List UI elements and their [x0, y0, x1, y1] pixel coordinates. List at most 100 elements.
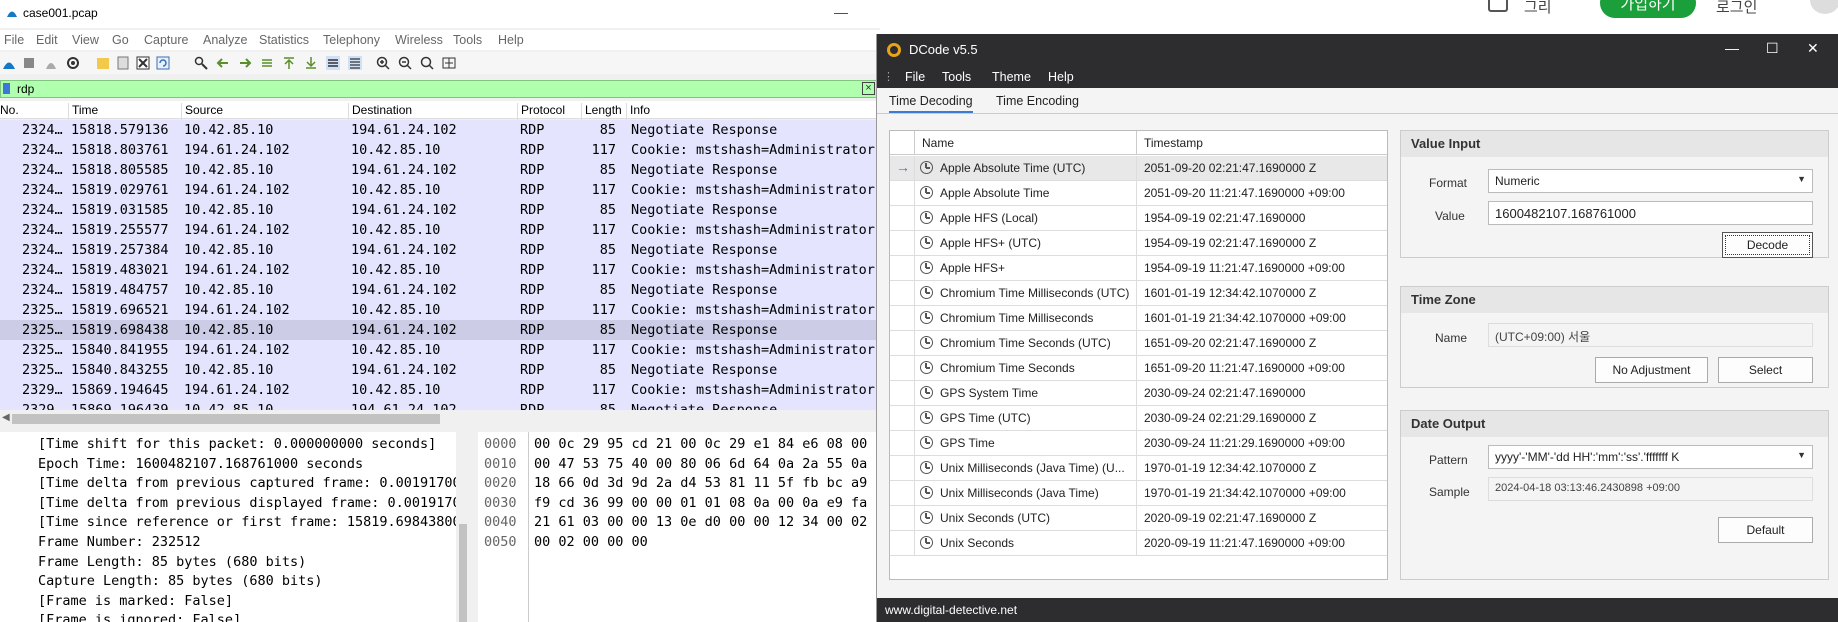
grid-row[interactable]: Unix Seconds (UTC) 2020-09-19 02:21:47.16… [890, 506, 1387, 531]
menu-help[interactable]: Help [1048, 70, 1074, 84]
packet-row[interactable]: 2325… 15840.841955 194.61.24.102 10.42.85.1… [0, 340, 880, 360]
background-link[interactable]: 그리 [1524, 0, 1552, 17]
detail-line[interactable]: [Time shift for this packet: 0.000000000… [38, 436, 436, 452]
detail-line[interactable]: [Time delta from previous displayed fram… [38, 495, 461, 511]
autoscroll-icon[interactable] [326, 56, 340, 70]
grid-row[interactable]: GPS Time (UTC) 2030-09-24 02:21:29.169000… [890, 406, 1387, 431]
minimize-icon[interactable]: — [1725, 40, 1739, 56]
column-source[interactable]: Source [181, 103, 223, 120]
open-file-icon[interactable] [96, 56, 110, 70]
scrollbar-thumb[interactable] [459, 524, 467, 622]
details-vscrollbar[interactable] [456, 432, 470, 622]
grid-row[interactable]: Apple HFS (Local) 1954-09-19 02:21:47.169… [890, 206, 1387, 231]
capture-options-icon[interactable] [66, 56, 80, 70]
menu-theme[interactable]: Theme [992, 70, 1031, 84]
zoom-out-icon[interactable] [398, 56, 412, 70]
menu-help[interactable]: Help [498, 33, 524, 47]
pane-splitter[interactable] [470, 432, 478, 622]
menu-statistics[interactable]: Statistics [259, 33, 309, 47]
packet-row[interactable]: 2324… 15819.031585 10.42.85.10 194.61.24.10… [0, 200, 880, 220]
reload-file-icon[interactable] [156, 56, 170, 70]
grid-row[interactable]: Unix Milliseconds (Java Time) (U... 1970-… [890, 456, 1387, 481]
last-packet-icon[interactable] [304, 56, 318, 70]
signup-button[interactable]: 가입하기 [1600, 0, 1696, 18]
decode-button[interactable]: Decode [1722, 232, 1813, 258]
maximize-icon[interactable]: ☐ [879, 4, 880, 21]
detail-line[interactable]: [Frame is ignored: False] [38, 612, 241, 622]
format-select[interactable]: Numeric ▼ [1488, 169, 1813, 193]
scroll-left-icon[interactable]: ◀ [2, 412, 10, 423]
pattern-select[interactable]: yyyy'-'MM'-'dd HH':'mm':'ss'.'fffffff K … [1488, 445, 1813, 469]
tab-time-decoding[interactable]: Time Decoding [889, 94, 973, 113]
column-timestamp[interactable]: Timestamp [1144, 136, 1203, 150]
clear-filter-icon[interactable]: × [862, 82, 875, 95]
scrollbar-thumb[interactable] [12, 414, 440, 424]
save-file-icon[interactable] [116, 56, 130, 70]
hex-bytes[interactable]: 18 66 0d 3d 9d 2a d4 53 81 11 5f fb bc a… [534, 475, 867, 491]
grid-row[interactable]: Apple HFS+ (UTC) 1954-09-19 02:21:47.1690… [890, 231, 1387, 256]
column-info[interactable]: Info [626, 103, 650, 120]
menu-wireless[interactable]: Wireless [395, 33, 443, 47]
select-timezone-button[interactable]: Select [1718, 357, 1813, 383]
resize-columns-icon[interactable] [442, 56, 456, 70]
stop-capture-icon[interactable] [22, 56, 36, 70]
column-time[interactable]: Time [68, 103, 98, 120]
packet-row[interactable]: 2324… 15819.484757 10.42.85.10 194.61.24.10… [0, 280, 880, 300]
hex-bytes[interactable]: 00 0c 29 95 cd 21 00 0c 29 e1 84 e6 08 0… [534, 436, 867, 452]
menu-file[interactable]: File [4, 33, 24, 47]
grid-row[interactable]: Chromium Time Seconds 1651-09-20 11:21:47… [890, 356, 1387, 381]
detail-line[interactable]: Frame Number: 232512 [38, 534, 201, 550]
normal-size-icon[interactable] [420, 56, 434, 70]
packet-row[interactable]: 2325… 15819.696521 194.61.24.102 10.42.85.1… [0, 300, 880, 320]
grid-row[interactable]: Unix Milliseconds (Java Time) 1970-01-19 … [890, 481, 1387, 506]
grid-row[interactable]: Apple HFS+ 1954-09-19 11:21:47.1690000 +0… [890, 256, 1387, 281]
go-forward-icon[interactable] [238, 56, 252, 70]
hex-bytes[interactable]: 00 02 00 00 00 [534, 534, 648, 550]
go-to-packet-icon[interactable] [260, 56, 274, 70]
column-length[interactable]: Length [581, 103, 622, 120]
column-destination[interactable]: Destination [348, 103, 412, 120]
hex-bytes[interactable]: 21 61 03 00 00 13 0e d0 00 00 12 34 00 0… [534, 514, 867, 530]
go-back-icon[interactable] [216, 56, 230, 70]
grid-row[interactable]: Chromium Time Seconds (UTC) 1651-09-20 02… [890, 331, 1387, 356]
column-no[interactable]: No. [0, 103, 19, 120]
menu-analyze[interactable]: Analyze [203, 33, 247, 47]
packet-row[interactable]: 2325… 15819.698438 10.42.85.10 194.61.24.10… [0, 320, 880, 340]
menu-view[interactable]: View [72, 33, 99, 47]
close-file-icon[interactable] [136, 56, 150, 70]
packet-row[interactable]: 2325… 15840.843255 10.42.85.10 194.61.24.10… [0, 360, 880, 380]
restart-capture-icon[interactable] [44, 56, 58, 70]
grid-row[interactable]: Chromium Time Milliseconds 1601-01-19 21:… [890, 306, 1387, 331]
edit-icon[interactable] [1488, 0, 1508, 12]
packet-row[interactable]: 2324… 15818.579136 10.42.85.10 194.61.24.10… [0, 120, 880, 140]
colorize-icon[interactable] [348, 56, 362, 70]
hex-bytes[interactable]: f9 cd 36 99 00 00 01 01 08 0a 00 0a e9 f… [534, 495, 867, 511]
tab-time-encoding[interactable]: Time Encoding [996, 94, 1079, 108]
grid-row[interactable]: Chromium Time Milliseconds (UTC) 1601-01-… [890, 281, 1387, 306]
first-packet-icon[interactable] [282, 56, 296, 70]
find-packet-icon[interactable] [194, 56, 208, 70]
value-input[interactable]: 1600482107.168761000 [1488, 201, 1813, 225]
column-name[interactable]: Name [922, 136, 954, 150]
close-icon[interactable]: ✕ [1807, 40, 1819, 57]
bookmark-icon[interactable] [3, 83, 10, 94]
packet-row[interactable]: 2324… 15818.805585 10.42.85.10 194.61.24.10… [0, 160, 880, 180]
packet-row[interactable]: 2324… 15819.255577 194.61.24.102 10.42.85.1… [0, 220, 880, 240]
menu-capture[interactable]: Capture [144, 33, 188, 47]
packet-row[interactable]: 2324… 15819.257384 10.42.85.10 194.61.24.10… [0, 240, 880, 260]
default-pattern-button[interactable]: Default [1718, 517, 1813, 543]
detail-line[interactable]: [Frame is marked: False] [38, 593, 233, 609]
packet-row[interactable]: 2329… 15869.196439 10.42.85.10 194.61.24.10… [0, 400, 880, 410]
menu-tools[interactable]: Tools [942, 70, 971, 84]
hex-bytes[interactable]: 00 47 53 75 40 00 80 06 6d 64 0a 2a 55 0… [534, 456, 867, 472]
packet-list-hscrollbar[interactable]: ◀ [0, 410, 880, 428]
login-link[interactable]: 로그인 [1716, 0, 1757, 17]
packet-row[interactable]: 2324… 15819.029761 194.61.24.102 10.42.85.1… [0, 180, 880, 200]
detail-line[interactable]: [Time since reference or first frame: 15… [38, 514, 461, 530]
minimize-icon[interactable]: — [834, 4, 848, 20]
menu-go[interactable]: Go [112, 33, 129, 47]
grid-row[interactable]: Unix Seconds 2020-09-19 11:21:47.1690000 … [890, 531, 1387, 556]
maximize-icon[interactable]: ☐ [1766, 40, 1779, 57]
grid-row[interactable]: → Apple Absolute Time (UTC) 2051-09-20 02:… [890, 156, 1387, 181]
detail-line[interactable]: Capture Length: 85 bytes (680 bits) [38, 573, 322, 589]
